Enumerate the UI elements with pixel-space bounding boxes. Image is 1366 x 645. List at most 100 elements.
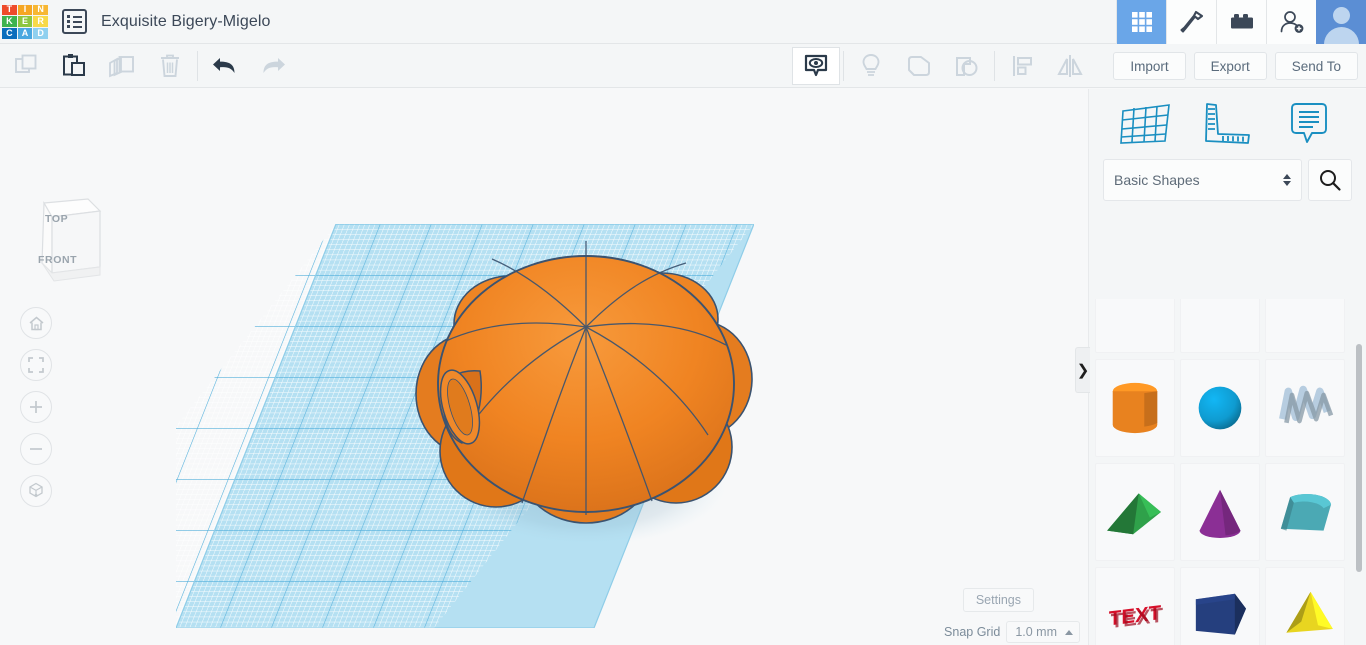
- edit-toolbar: Import Export Send To: [0, 44, 1366, 88]
- red-sweep-shape[interactable]: [1265, 299, 1345, 353]
- notes-glyph: [1286, 101, 1332, 147]
- panel-scrollbar[interactable]: [1356, 344, 1362, 572]
- notes-icon[interactable]: [1268, 101, 1350, 147]
- clipboard-tool-group: [2, 44, 297, 88]
- curve-gray-shape[interactable]: [1180, 299, 1260, 353]
- scribble-shape[interactable]: [1265, 359, 1345, 457]
- ungroup-glyph: [954, 54, 980, 78]
- hammer-glyph: [1179, 9, 1205, 35]
- toolbar-divider: [197, 51, 198, 81]
- sphere-blue-shape-glyph: [1181, 366, 1259, 450]
- curve-gray-shape-glyph: [1181, 299, 1259, 346]
- cylinder-orange-shape-glyph: [1096, 366, 1174, 450]
- fit-to-view-icon[interactable]: [20, 349, 52, 381]
- cylinder-orange-shape[interactable]: [1095, 359, 1175, 457]
- redo-icon[interactable]: [249, 44, 297, 88]
- settings-button[interactable]: Settings: [963, 588, 1034, 612]
- logo-tile-k: K: [2, 16, 17, 27]
- lego-brick-icon[interactable]: [1216, 0, 1266, 44]
- search-glyph: [1318, 168, 1342, 192]
- avatar[interactable]: [1316, 0, 1366, 44]
- plus-glyph: [28, 399, 44, 415]
- align-glyph: [1009, 54, 1035, 78]
- 3d-viewport[interactable]: Workplane: [0, 89, 1088, 645]
- avatar-body: [1324, 27, 1359, 44]
- duplicate-icon[interactable]: [98, 44, 146, 88]
- wedge-gray-shape[interactable]: [1095, 299, 1175, 353]
- logo-tile-i: I: [18, 5, 33, 16]
- shape-category-select[interactable]: Basic Shapes: [1103, 159, 1302, 201]
- grid-apps-glyph: [1130, 10, 1154, 34]
- paste-icon[interactable]: [50, 44, 98, 88]
- logo-tile-e: E: [18, 16, 33, 27]
- zoom-in-icon[interactable]: [20, 391, 52, 423]
- pyramid-yellow-shape[interactable]: [1265, 567, 1345, 645]
- home-glyph: [28, 315, 45, 332]
- logo-tile-a: A: [18, 28, 33, 39]
- pumpkin-shape[interactable]: [400, 219, 760, 559]
- list-document-icon[interactable]: [62, 9, 87, 34]
- import-button[interactable]: Import: [1113, 52, 1185, 80]
- cone-purple-shape[interactable]: [1180, 463, 1260, 561]
- shape-grid-scroll-area[interactable]: TEXT TEXT: [1089, 299, 1366, 645]
- send-to-button[interactable]: Send To: [1275, 52, 1358, 80]
- group-icon[interactable]: [895, 44, 943, 88]
- view-cube-top-label[interactable]: TOP: [45, 213, 68, 225]
- workplane-icon[interactable]: [1105, 101, 1187, 147]
- tinkercad-app: TINKERCAD Exquisite Bigery-Migelo: [0, 0, 1366, 645]
- toolbar-divider: [843, 51, 844, 81]
- lego-brick-glyph: [1229, 12, 1255, 32]
- toolbar-divider: [994, 51, 995, 81]
- wedge-gray-shape-glyph: [1096, 299, 1174, 346]
- add-user-icon[interactable]: [1266, 0, 1316, 44]
- hammer-icon[interactable]: [1166, 0, 1216, 44]
- copy-icon[interactable]: [2, 44, 50, 88]
- sphere-blue-shape[interactable]: [1180, 359, 1260, 457]
- ungroup-icon[interactable]: [943, 44, 991, 88]
- collapse-panel-chevron[interactable]: ❯: [1075, 347, 1090, 393]
- home-view-icon[interactable]: [20, 307, 52, 339]
- logo-tile-c: C: [2, 28, 17, 39]
- grid-apps-icon[interactable]: [1116, 0, 1166, 44]
- snap-grid-select[interactable]: 1.0 mm: [1006, 621, 1080, 643]
- lightbulb-hide-icon[interactable]: [847, 44, 895, 88]
- mirror-flip-icon[interactable]: [1046, 44, 1094, 88]
- workplane-glyph: [1119, 101, 1173, 147]
- visibility-eye-icon[interactable]: [792, 47, 840, 85]
- roof-teal-shape-glyph: [1266, 470, 1344, 554]
- wedge-green-shape[interactable]: [1095, 463, 1175, 561]
- wedge-green-shape-glyph: [1096, 470, 1174, 554]
- ruler-glyph: [1202, 101, 1254, 147]
- tinkercad-logo[interactable]: TINKERCAD: [2, 5, 48, 39]
- zoom-out-icon[interactable]: [20, 433, 52, 465]
- shape-grid: TEXT TEXT: [1089, 299, 1351, 645]
- roof-teal-shape[interactable]: [1265, 463, 1345, 561]
- view-cube[interactable]: [22, 197, 106, 289]
- page-title[interactable]: Exquisite Bigery-Migelo: [101, 13, 270, 31]
- viewport-nav-buttons: [20, 307, 52, 507]
- undo-icon[interactable]: [201, 44, 249, 88]
- ruler-icon[interactable]: [1187, 101, 1269, 147]
- delete-trash-icon[interactable]: [146, 44, 194, 88]
- pyramid-yellow-shape-glyph: [1266, 574, 1344, 645]
- redo-glyph: [258, 55, 288, 77]
- text-red-shape[interactable]: TEXT TEXT: [1095, 567, 1175, 645]
- avatar-head: [1333, 7, 1350, 24]
- search-icon[interactable]: [1308, 159, 1352, 201]
- cube-arrow-glyph: [27, 482, 45, 500]
- perspective-toggle-icon[interactable]: [20, 475, 52, 507]
- box-blue-shape[interactable]: [1180, 567, 1260, 645]
- object-tool-group: [792, 44, 1094, 88]
- red-sweep-shape-glyph: [1266, 299, 1344, 346]
- snap-grid-value: 1.0 mm: [1015, 625, 1057, 639]
- group-glyph: [906, 54, 932, 78]
- fit-view-glyph: [28, 357, 44, 373]
- duplicate-glyph: [108, 53, 136, 79]
- logo-tile-d: D: [33, 28, 48, 39]
- align-icon[interactable]: [998, 44, 1046, 88]
- shapes-panel: ❯: [1088, 89, 1366, 645]
- top-bar: TINKERCAD Exquisite Bigery-Migelo: [0, 0, 1366, 44]
- export-button[interactable]: Export: [1194, 52, 1267, 80]
- shape-category-row: Basic Shapes: [1089, 159, 1366, 201]
- view-cube-front-label[interactable]: FRONT: [38, 254, 77, 266]
